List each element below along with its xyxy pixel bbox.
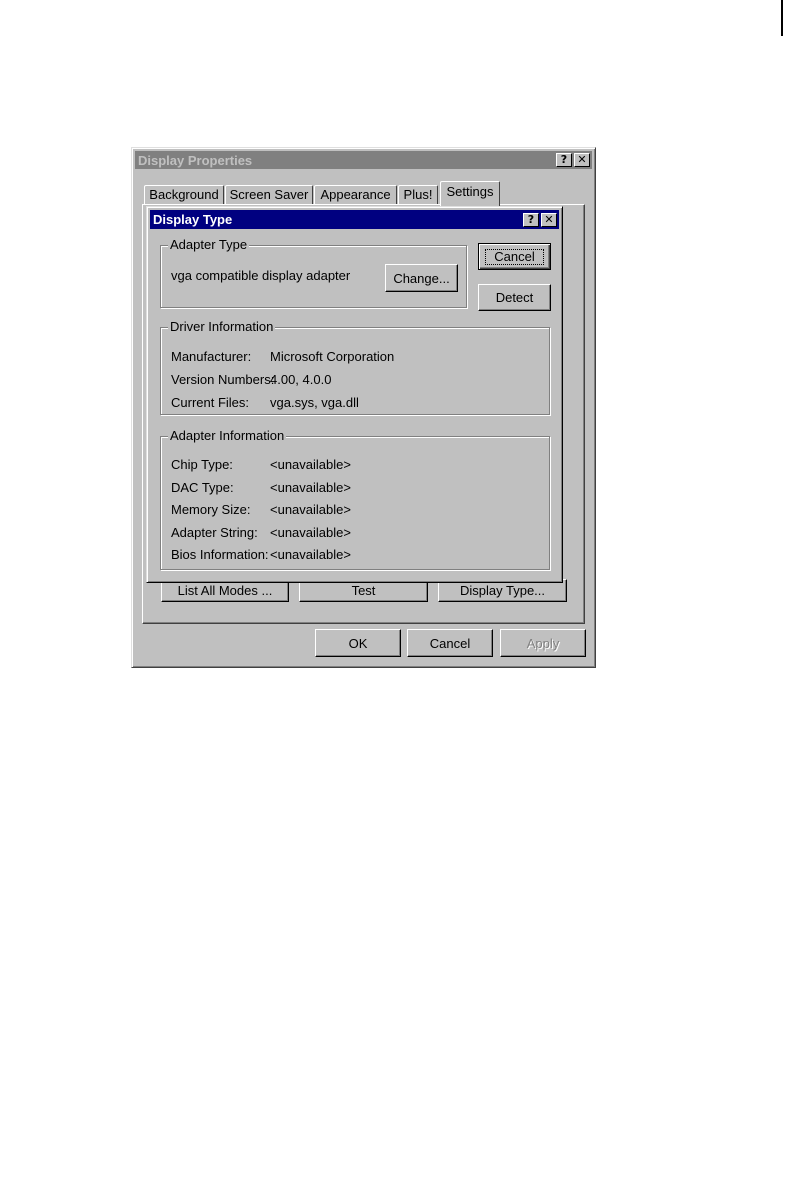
tab-appearance[interactable]: Appearance [314,185,397,205]
adapter-info-label: Adapter String: [171,525,258,540]
adapter-info-value: <unavailable> [270,525,351,540]
adapter-info-value: <unavailable> [270,457,351,472]
driver-value: 4.00, 4.0.0 [270,372,332,387]
adapter-info-label: Bios Information: [171,547,269,562]
tab-settings[interactable]: Settings [440,181,500,206]
change-label: Change... [393,270,450,286]
apply-button[interactable]: Apply [500,629,586,657]
adapter-info-value: <unavailable> [270,502,351,517]
adapter-info-value: <unavailable> [270,480,351,495]
driver-information-legend: Driver Information [168,319,276,335]
cancel-button[interactable]: Cancel [407,629,493,657]
detect-label: Detect [495,290,534,305]
display-type-title: Display Type [153,212,233,227]
display-properties-titlebar[interactable]: Display Properties ? ✕ [135,151,592,169]
adapter-info-label: Memory Size: [171,502,251,517]
adapter-type-legend: Adapter Type [168,237,250,253]
detect-button[interactable]: Detect [478,284,551,311]
tab-background[interactable]: Background [144,185,224,205]
test-label: Test [351,583,376,598]
adapter-type-value: vga compatible display adapter [171,268,351,283]
driver-value: Microsoft Corporation [270,349,395,364]
adapter-info-value: <unavailable> [270,547,351,562]
ok-label: OK [348,635,368,651]
adapter-information-legend: Adapter Information [168,428,287,444]
driver-label: Manufacturer: [171,349,252,364]
ok-button[interactable]: OK [315,629,401,657]
adapter-information-group: Adapter Information Chip Type: <unavaila… [160,428,550,570]
adapter-info-label: Chip Type: [171,457,233,472]
apply-label: Apply [526,635,560,651]
display-properties-title: Display Properties [138,152,253,168]
driver-label: Current Files: [171,395,250,410]
display-type-label: Display Type... [459,583,546,598]
help-icon[interactable]: ? [523,212,539,227]
adapter-type-group: Adapter Type vga compatible display adap… [160,237,467,308]
cancel-label: Cancel [429,635,471,651]
driver-information-group: Driver Information Manufacturer: Microso… [160,319,550,415]
close-icon[interactable]: ✕ [541,212,557,227]
help-icon[interactable]: ? [556,153,572,167]
close-icon[interactable]: ✕ [574,153,590,167]
change-button[interactable]: Change... [385,264,458,292]
tab-screen-saver[interactable]: Screen Saver [225,185,313,205]
display-type-dialog: Display Type ? ✕ Adapter Type vga compat… [146,206,563,583]
dialog-cancel-button[interactable]: Cancel [478,243,551,270]
list-all-modes-label: List All Modes ... [177,583,273,598]
page-edge-line [781,0,783,36]
tab-plus[interactable]: Plus! [398,185,438,205]
driver-value: vga.sys, vga.dll [270,395,359,410]
driver-label: Version Numbers: [171,372,275,387]
display-type-titlebar[interactable]: Display Type ? ✕ [150,210,559,229]
adapter-info-label: DAC Type: [171,480,234,495]
dialog-cancel-label: Cancel [485,248,544,265]
